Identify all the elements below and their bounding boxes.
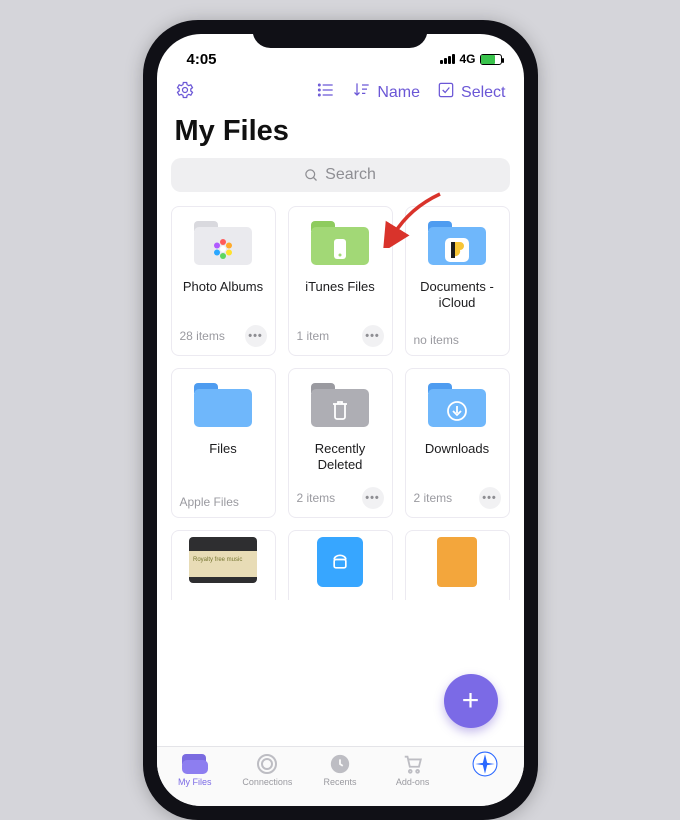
select-button[interactable]: Select <box>436 80 505 105</box>
tab-connections[interactable]: Connections <box>231 753 304 787</box>
folder-tile-recently-deleted[interactable]: Recently Deleted 2 items ••• <box>288 368 393 518</box>
add-button[interactable]: + <box>444 674 498 728</box>
search-icon <box>304 168 319 183</box>
status-right: 4G <box>440 52 501 66</box>
battery-icon <box>480 54 502 65</box>
more-button[interactable]: ••• <box>362 325 384 347</box>
tile-label: Downloads <box>414 441 501 473</box>
tab-label: Add-ons <box>396 777 430 787</box>
view-list-button[interactable] <box>316 80 336 105</box>
toolbar: Name Select <box>157 74 524 109</box>
tile-subtitle: 28 items <box>180 329 225 343</box>
settings-icon[interactable] <box>175 80 195 105</box>
folder-tile-downloads[interactable]: Downloads 2 items ••• <box>405 368 510 518</box>
tab-addons[interactable]: Add-ons <box>376 753 449 787</box>
document-icon <box>437 537 477 587</box>
tab-bar: My Files Connections Recents Add-ons <box>157 746 524 806</box>
tab-my-files[interactable]: My Files <box>159 753 232 787</box>
folder-icon <box>311 221 369 265</box>
tile-subtitle: Apple Files <box>180 495 239 509</box>
screen: 4:05 4G Name <box>157 34 524 806</box>
tab-recents[interactable]: Recents <box>304 753 377 787</box>
document-icon <box>317 537 363 587</box>
select-label: Select <box>461 84 505 102</box>
folder-grid-row3: Royalty free music <box>157 530 524 600</box>
folder-tile-itunes[interactable]: iTunes Files 1 item ••• <box>288 206 393 356</box>
connections-icon <box>257 754 277 774</box>
more-button[interactable]: ••• <box>362 487 384 509</box>
annotation-arrow <box>380 188 450 248</box>
folder-tile-files[interactable]: Files Apple Files <box>171 368 276 518</box>
sort-label: Name <box>377 84 420 102</box>
more-button[interactable]: ••• <box>245 325 267 347</box>
video-thumbnail: Royalty free music <box>189 537 257 583</box>
list-icon <box>316 80 336 105</box>
itunes-icon <box>330 237 350 266</box>
folder-icon <box>428 383 486 427</box>
tile-subtitle: 2 items <box>297 491 336 505</box>
page-title: My Files <box>157 109 524 158</box>
checkbox-icon <box>436 80 456 105</box>
tab-label: Recents <box>323 777 356 787</box>
more-button[interactable]: ••• <box>479 487 501 509</box>
folder-icon <box>194 383 252 427</box>
tile-subtitle: 2 items <box>414 491 453 505</box>
photos-icon <box>211 237 235 266</box>
folder-icon <box>311 383 369 427</box>
compass-icon <box>472 753 498 775</box>
tile-label: Documents - iCloud <box>414 279 501 312</box>
sort-icon <box>352 80 372 105</box>
tile-label: iTunes Files <box>297 279 384 311</box>
sort-button[interactable]: Name <box>352 80 420 105</box>
file-tile[interactable]: Royalty free music <box>171 530 276 600</box>
tile-subtitle: no items <box>414 333 459 347</box>
notch <box>253 20 428 48</box>
file-tile[interactable] <box>405 530 510 600</box>
tile-label: Files <box>180 441 267 473</box>
tab-label: Connections <box>242 777 292 787</box>
tab-label: My Files <box>178 777 212 787</box>
folder-icon <box>194 221 252 265</box>
tile-subtitle: 1 item <box>297 329 330 343</box>
trash-icon <box>330 399 350 426</box>
download-icon <box>445 399 469 428</box>
phone-frame: 4:05 4G Name <box>143 20 538 820</box>
plus-icon: + <box>462 684 480 718</box>
clock-icon <box>327 753 353 775</box>
folder-icon <box>182 754 208 774</box>
folder-grid: Photo Albums 28 items ••• iTunes Files 1… <box>157 206 524 518</box>
search-placeholder: Search <box>325 166 376 184</box>
network-label: 4G <box>459 52 475 66</box>
tab-browser[interactable] <box>449 753 522 777</box>
tile-label: Photo Albums <box>180 279 267 311</box>
file-tile[interactable] <box>288 530 393 600</box>
folder-tile-photo-albums[interactable]: Photo Albums 28 items ••• <box>171 206 276 356</box>
search-input[interactable]: Search <box>171 158 510 192</box>
status-time: 4:05 <box>187 51 217 68</box>
tile-label: Recently Deleted <box>297 441 384 474</box>
signal-icon <box>440 54 455 64</box>
cart-icon <box>400 753 426 775</box>
